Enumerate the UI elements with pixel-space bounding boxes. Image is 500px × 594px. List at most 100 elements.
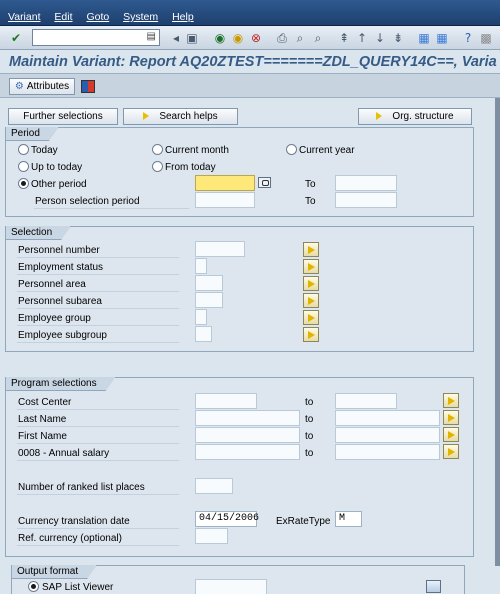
- current-month-radio[interactable]: [152, 144, 163, 155]
- personnel-area-input[interactable]: [195, 275, 223, 291]
- menu-variant[interactable]: Variant: [8, 11, 41, 23]
- divider: [17, 342, 179, 343]
- period-to-label: To: [305, 179, 316, 190]
- menu-help[interactable]: Help: [172, 11, 194, 23]
- search-helps-button[interactable]: Search helps: [123, 108, 238, 125]
- personnel-number-multiple-selection-button[interactable]: [303, 242, 319, 257]
- personnel-subarea-multiple-selection-button[interactable]: [303, 293, 319, 308]
- attributes-label: Attributes: [26, 81, 70, 92]
- person-period-from-input[interactable]: [195, 192, 255, 208]
- shortcut-icon[interactable]: ▦: [434, 30, 450, 46]
- find-next-icon[interactable]: ⌕: [310, 30, 326, 46]
- window-right-border: [495, 98, 500, 566]
- period-from-input[interactable]: [195, 175, 255, 191]
- first-page-icon[interactable]: ⇞: [336, 30, 352, 46]
- person-selection-period-label: Person selection period: [35, 196, 140, 207]
- from-today-label: From today: [165, 162, 216, 173]
- period-label: Period: [6, 127, 59, 141]
- employee-group-input[interactable]: [195, 309, 207, 325]
- last-name-multiple-selection-button[interactable]: [443, 410, 459, 425]
- personnel-subarea-input[interactable]: [195, 292, 223, 308]
- divider: [17, 257, 179, 258]
- last-page-icon[interactable]: ⇟: [390, 30, 406, 46]
- divider: [17, 325, 179, 326]
- divider: [17, 274, 179, 275]
- ranked-list-places-input[interactable]: [195, 478, 233, 494]
- employee-subgroup-multiple-selection-button[interactable]: [303, 327, 319, 342]
- annual-salary-from-input[interactable]: [195, 444, 300, 460]
- currency-translation-date-input[interactable]: 04/15/2006: [195, 511, 259, 527]
- divider: [34, 208, 189, 209]
- personnel-subarea-label: Personnel subarea: [18, 296, 102, 307]
- layout-select-icon[interactable]: [426, 580, 441, 593]
- cost-center-to-label: to: [305, 397, 314, 408]
- back-icon[interactable]: ◉: [212, 30, 228, 46]
- last-name-from-input[interactable]: [195, 410, 300, 426]
- divider: [17, 494, 179, 495]
- period-value-help-icon[interactable]: [258, 177, 271, 188]
- other-period-radio[interactable]: [18, 178, 29, 189]
- create-session-icon[interactable]: ▦: [416, 30, 432, 46]
- last-name-to-input[interactable]: [335, 410, 440, 426]
- sap-list-viewer-radio[interactable]: [28, 581, 39, 592]
- print-icon[interactable]: ⎙: [274, 30, 290, 46]
- employee-subgroup-label: Employee subgroup: [18, 330, 107, 341]
- exrate-type-input[interactable]: M: [335, 511, 362, 527]
- personnel-number-input[interactable]: [195, 241, 245, 257]
- employee-group-multiple-selection-button[interactable]: [303, 310, 319, 325]
- exit-icon[interactable]: ◉: [230, 30, 246, 46]
- attributes-button[interactable]: ⚙ Attributes: [9, 78, 75, 95]
- selection-screen: Further selections Search helps Org. str…: [0, 98, 500, 594]
- person-period-to-input[interactable]: [335, 192, 397, 208]
- up-to-today-radio[interactable]: [18, 161, 29, 172]
- first-name-to-input[interactable]: [335, 427, 440, 443]
- layout-input[interactable]: [195, 579, 267, 594]
- today-radio[interactable]: [18, 144, 29, 155]
- menu-edit[interactable]: Edit: [54, 11, 72, 23]
- divider: [17, 308, 179, 309]
- menu-goto[interactable]: Goto: [86, 11, 109, 23]
- annual-salary-to-input[interactable]: [335, 444, 440, 460]
- output-format-group: Output format SAP List Viewer: [11, 565, 465, 594]
- ref-currency-input[interactable]: [195, 528, 228, 544]
- current-month-label: Current month: [165, 145, 229, 156]
- org-structure-button[interactable]: Org. structure: [358, 108, 472, 125]
- currency-translation-date-label: Currency translation date: [18, 516, 130, 527]
- last-name-label: Last Name: [18, 414, 67, 425]
- first-name-from-input[interactable]: [195, 427, 300, 443]
- standard-toolbar: ✔ ▤ ◂ ▣ ◉ ◉ ⊗ ⎙ ⌕ ⌕ ⇞ ↑ ↓ ⇟ ▦ ▦ ? ▩: [0, 26, 500, 50]
- enter-check-icon[interactable]: ✔: [8, 30, 24, 46]
- command-field[interactable]: ▤: [32, 29, 160, 46]
- menu-system[interactable]: System: [123, 11, 158, 23]
- employment-status-multiple-selection-button[interactable]: [303, 259, 319, 274]
- help-icon[interactable]: ?: [460, 30, 476, 46]
- previous-page-icon[interactable]: ↑: [354, 30, 370, 46]
- employment-status-input[interactable]: [195, 258, 207, 274]
- variant-catalog-icon[interactable]: [81, 80, 95, 93]
- save-icon[interactable]: ▣: [184, 30, 200, 46]
- find-icon[interactable]: ⌕: [292, 30, 308, 46]
- current-year-radio[interactable]: [286, 144, 297, 155]
- history-icon[interactable]: ◂: [168, 30, 184, 46]
- cancel-icon[interactable]: ⊗: [248, 30, 264, 46]
- personnel-area-multiple-selection-button[interactable]: [303, 276, 319, 291]
- person-period-to-label: To: [305, 196, 316, 207]
- program-selections-label: Program selections: [6, 377, 116, 391]
- divider: [17, 426, 179, 427]
- today-label: Today: [31, 145, 58, 156]
- attributes-icon: ⚙: [14, 81, 24, 92]
- cost-center-multiple-selection-button[interactable]: [443, 393, 459, 408]
- from-today-radio[interactable]: [152, 161, 163, 172]
- first-name-multiple-selection-button[interactable]: [443, 427, 459, 442]
- next-page-icon[interactable]: ↓: [372, 30, 388, 46]
- arrow-right-icon: [143, 112, 150, 121]
- exrate-type-label: ExRateType: [276, 516, 331, 527]
- employee-subgroup-input[interactable]: [195, 326, 212, 342]
- layout-menu-icon[interactable]: ▩: [478, 30, 494, 46]
- period-to-input[interactable]: [335, 175, 397, 191]
- command-dropdown-icon[interactable]: ▤: [147, 31, 156, 42]
- cost-center-to-input[interactable]: [335, 393, 397, 409]
- annual-salary-multiple-selection-button[interactable]: [443, 444, 459, 459]
- cost-center-from-input[interactable]: [195, 393, 257, 409]
- further-selections-button[interactable]: Further selections: [8, 108, 118, 125]
